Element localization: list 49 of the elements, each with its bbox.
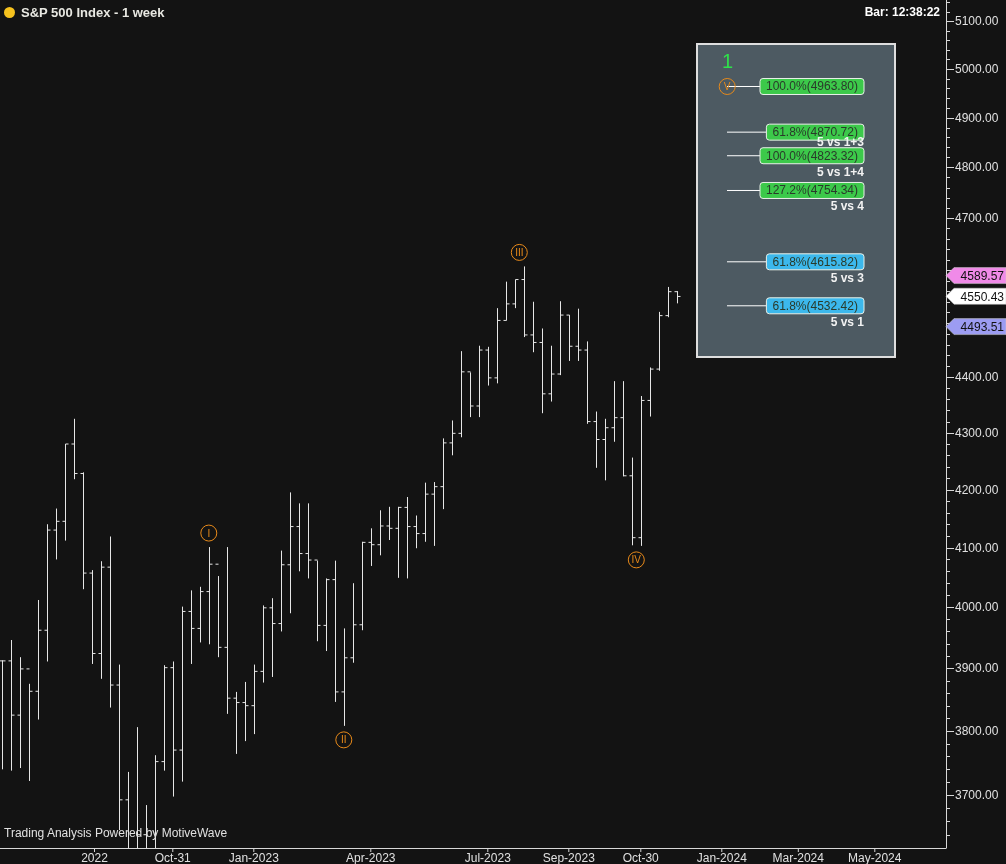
price-axis-label: 3800.00 <box>955 723 999 738</box>
time-axis-label: Jan-2024 <box>696 851 747 864</box>
price-tag: 4493.51 <box>945 318 1006 335</box>
price-axis-label: 4900.00 <box>955 110 999 125</box>
wave-label: I <box>200 524 218 542</box>
wave-label: II <box>335 731 353 749</box>
target-caption: 5 vs 1+4 <box>816 164 864 179</box>
target-line <box>726 131 767 133</box>
panel-title: 1 <box>722 50 734 72</box>
chart-title: S&P 500 Index - 1 week <box>21 4 165 22</box>
target-line <box>726 190 761 191</box>
wave-label: IV <box>627 551 645 569</box>
time-axis-label: Oct-30 <box>622 851 659 864</box>
price-axis-label: 5100.00 <box>955 14 999 29</box>
target-badge: 100.0%(4963.80) <box>759 78 865 95</box>
wave-label: III <box>510 243 528 261</box>
target-badge: 61.8%(4532.42) <box>765 297 865 315</box>
time-axis-label: Jul-2023 <box>464 851 511 864</box>
price-axis-label: 5000.00 <box>955 61 999 76</box>
target-line <box>726 261 767 263</box>
price-tag: 4589.57 <box>945 267 1006 284</box>
price-axis-label: 3700.00 <box>955 788 999 803</box>
price-axis-label: 4100.00 <box>955 540 999 555</box>
target-badge: 61.8%(4615.82) <box>765 253 865 271</box>
price-axis-label: 4200.00 <box>955 482 999 497</box>
price-axis-label: 4000.00 <box>955 600 999 615</box>
price-tag: 4550.43 <box>945 287 1006 305</box>
time-axis-label: May-2024 <box>848 851 902 864</box>
price-axis-label: 3900.00 <box>955 661 999 676</box>
target-caption: 5 vs 3 <box>830 270 864 285</box>
time-axis-label: 2022 <box>81 851 108 864</box>
time-axis-label: Apr-2023 <box>346 851 396 864</box>
time-axis-label: Sep-2023 <box>542 851 595 864</box>
target-line <box>726 86 761 87</box>
target-line <box>726 155 761 157</box>
target-badge: 100.0%(4823.32) <box>759 147 865 165</box>
bar-clock: Bar: 12:38:22 <box>864 4 940 21</box>
target-badge: 127.2%(4754.34) <box>759 182 865 199</box>
price-axis-label: 4800.00 <box>955 160 999 175</box>
wave-label: V <box>718 78 736 95</box>
target-caption: 5 vs 4 <box>830 199 864 214</box>
target-caption: 5 vs 1 <box>830 314 864 329</box>
price-axis-label: 4400.00 <box>955 370 999 385</box>
target-line <box>726 305 767 307</box>
time-axis-label: Jan-2023 <box>228 851 279 864</box>
price-axis-label: 4300.00 <box>955 425 999 440</box>
price-axis-label: 4700.00 <box>955 211 999 226</box>
time-axis-label: Mar-2024 <box>772 851 824 864</box>
time-axis-label: Oct-31 <box>154 851 191 864</box>
